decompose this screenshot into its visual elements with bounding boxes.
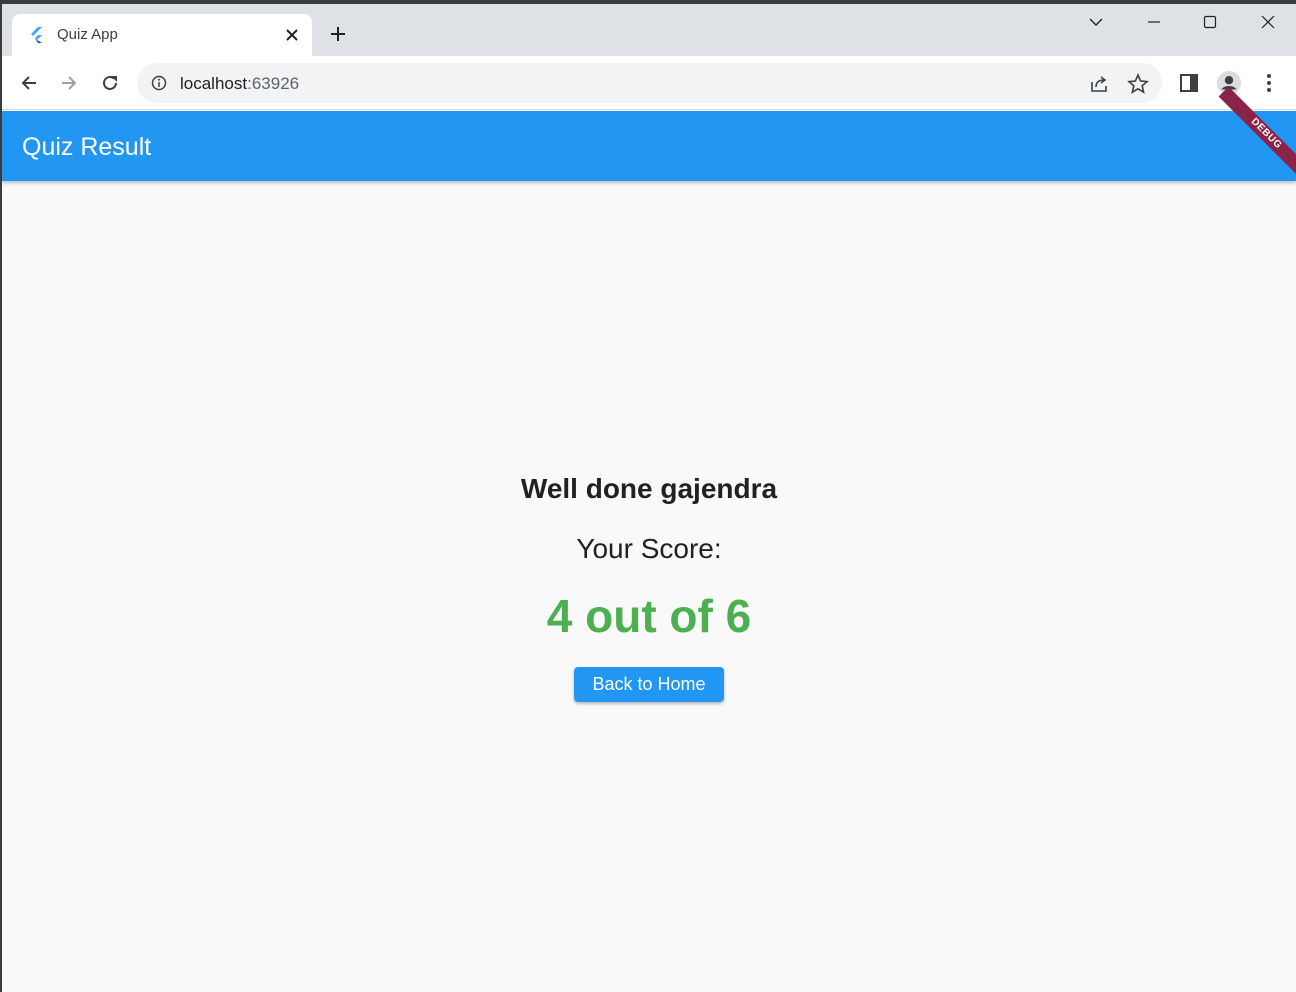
score-value: 4 out of 6: [546, 590, 752, 642]
minimize-icon[interactable]: [1138, 10, 1170, 34]
plus-icon[interactable]: [326, 22, 350, 46]
browser-toolbar: localhost:63926: [2, 56, 1296, 110]
tab-quiz-app[interactable]: Quiz App: [12, 14, 312, 56]
info-icon[interactable]: [151, 75, 167, 91]
address-bar[interactable]: localhost:63926: [137, 63, 1162, 103]
close-icon[interactable]: [282, 25, 302, 45]
maximize-icon[interactable]: [1194, 10, 1226, 34]
back-to-home-button[interactable]: Back to Home: [574, 667, 724, 702]
share-icon[interactable]: [1088, 73, 1110, 95]
tab-title: Quiz App: [57, 26, 118, 43]
forward-arrow-icon[interactable]: [56, 70, 82, 96]
app-bar: Quiz Result DEBUG: [2, 86, 1296, 182]
tab-strip: Quiz App: [2, 4, 1296, 56]
greeting-text: Well done gajendra: [520, 473, 778, 504]
url-host: localhost: [180, 74, 248, 93]
url-port: :63926: [247, 74, 300, 93]
page-title: Quiz Result: [22, 133, 152, 161]
star-icon[interactable]: [1127, 72, 1149, 95]
url-text[interactable]: localhost:63926: [180, 74, 299, 94]
flutter-logo-icon: [28, 26, 46, 44]
back-arrow-icon[interactable]: [16, 70, 42, 96]
close-window-icon[interactable]: [1252, 10, 1284, 34]
browser-window: Quiz App localhost:63926 Quiz Result DEB…: [2, 4, 1296, 992]
result-content: Well done gajendra Your Score: 4 out of …: [2, 181, 1296, 992]
side-panel-icon[interactable]: [1176, 70, 1202, 96]
reload-icon[interactable]: [97, 70, 123, 96]
chevron-down-icon[interactable]: [1080, 10, 1112, 34]
kebab-menu-icon[interactable]: [1256, 70, 1282, 96]
score-label: Your Score:: [576, 533, 722, 564]
